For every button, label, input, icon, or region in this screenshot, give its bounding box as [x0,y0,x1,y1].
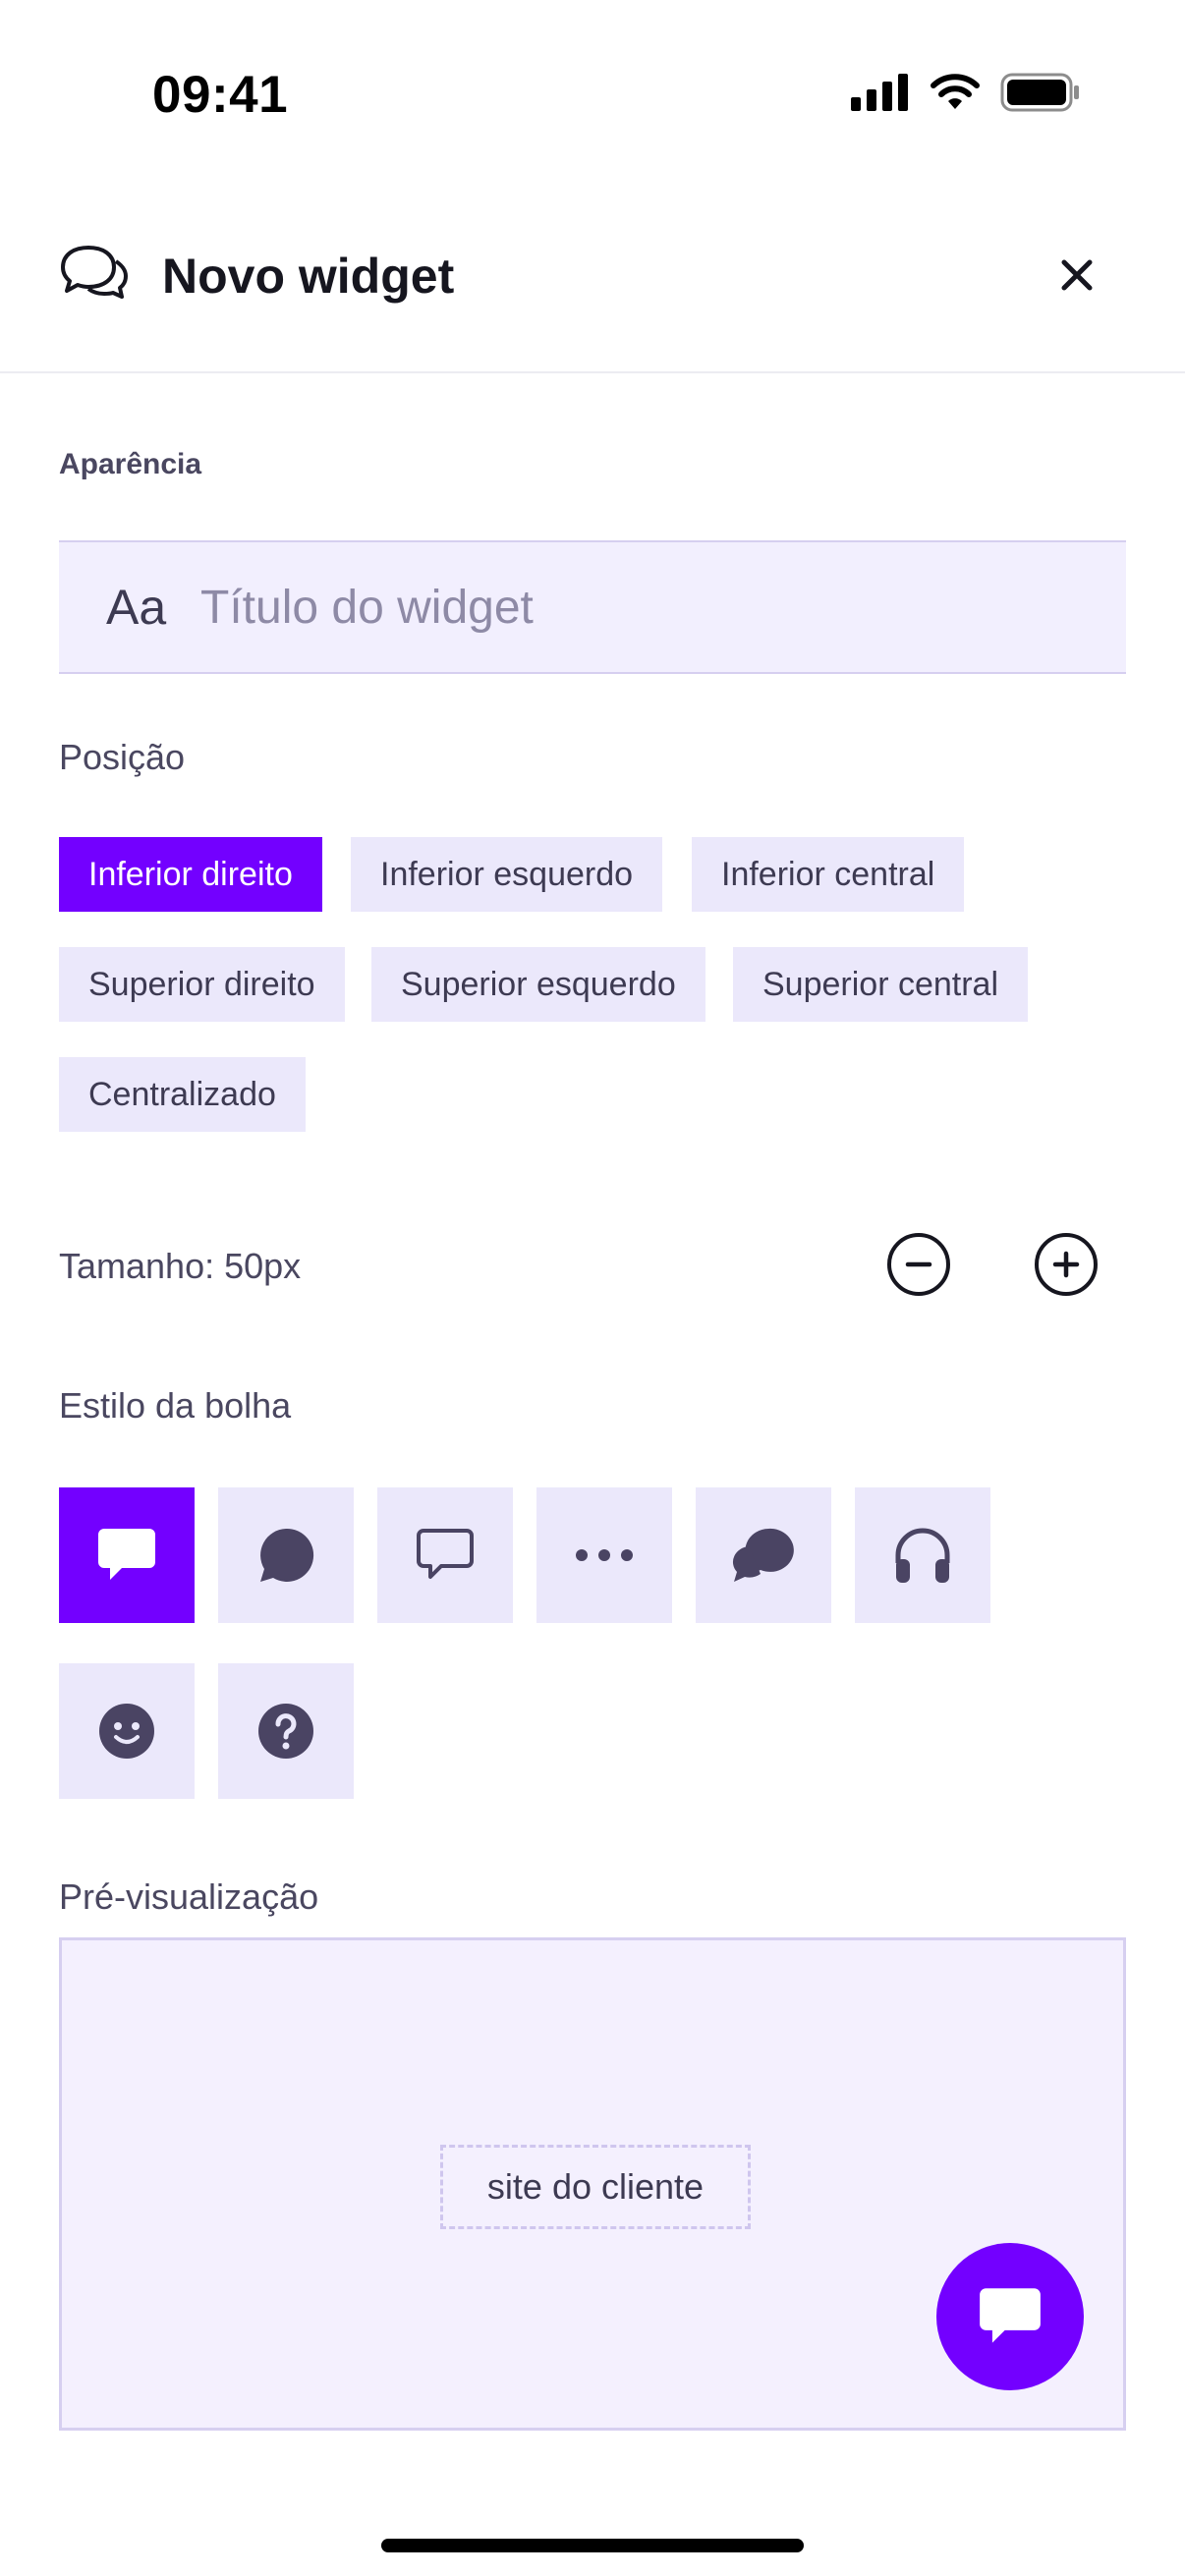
bubble-style-chat-outline[interactable] [377,1487,513,1623]
close-icon [1061,259,1093,291]
status-icons [851,73,1081,112]
battery-icon [1000,73,1079,112]
headphones-icon [895,1528,950,1583]
smile-icon [99,1704,154,1759]
bubble-style-chat-round[interactable] [218,1487,354,1623]
page-title: Novo widget [162,249,455,304]
chat-round-icon [260,1528,314,1582]
bubble-style-label: Estilo da bolha [59,1385,292,1426]
decrease-size-button[interactable] [887,1233,950,1296]
bubble-style-smile[interactable] [59,1663,195,1799]
minus-circle-icon [905,1261,932,1267]
status-bar: 09:41 [0,0,1185,196]
plus-circle-icon [1052,1251,1080,1278]
preview-label: Pré-visualização [59,1876,319,1917]
title-input-container: Aa [59,540,1126,674]
home-indicator [381,2539,804,2552]
close-button[interactable] [1049,248,1104,303]
widget-preview: site do cliente [59,1937,1126,2431]
dots-icon [576,1549,633,1561]
position-option-bottom-left[interactable]: Inferior esquerdo [351,837,663,912]
position-option-top-left[interactable]: Superior esquerdo [371,947,705,1022]
position-option-top-center[interactable]: Superior central [733,947,1029,1022]
chat-square-icon [980,2288,1041,2343]
signal-icon [851,74,908,111]
position-option-bottom-center[interactable]: Inferior central [692,837,965,912]
chat-outline-icon [417,1529,474,1579]
appearance-section-label: Aparência [59,448,202,480]
position-label: Posição [59,737,186,777]
wifi-icon [931,74,980,109]
size-label: Tamanho: 50px [59,1246,302,1286]
position-option-centered[interactable]: Centralizado [59,1057,306,1132]
bubble-style-dots[interactable] [536,1487,672,1623]
widget-title-input[interactable] [200,580,1085,635]
position-option-bottom-right[interactable]: Inferior direito [59,837,322,912]
bubble-style-question[interactable] [218,1663,354,1799]
chat-double-icon [732,1528,794,1582]
widget-preview-bubble[interactable] [936,2243,1084,2390]
bubble-style-chat-square[interactable] [59,1487,195,1623]
increase-size-button[interactable] [1035,1233,1098,1296]
text-format-icon: Aa [106,580,167,635]
question-icon [258,1704,313,1759]
position-option-top-right[interactable]: Superior direito [59,947,345,1022]
chat-square-icon [98,1529,155,1580]
status-time: 09:41 [152,66,289,124]
modal-header: Novo widget [0,196,1185,373]
bubble-style-headphones[interactable] [855,1487,990,1623]
chat-bubbles-icon [61,246,128,299]
site-placeholder: site do cliente [440,2145,751,2229]
bubble-style-chat-double[interactable] [696,1487,831,1623]
